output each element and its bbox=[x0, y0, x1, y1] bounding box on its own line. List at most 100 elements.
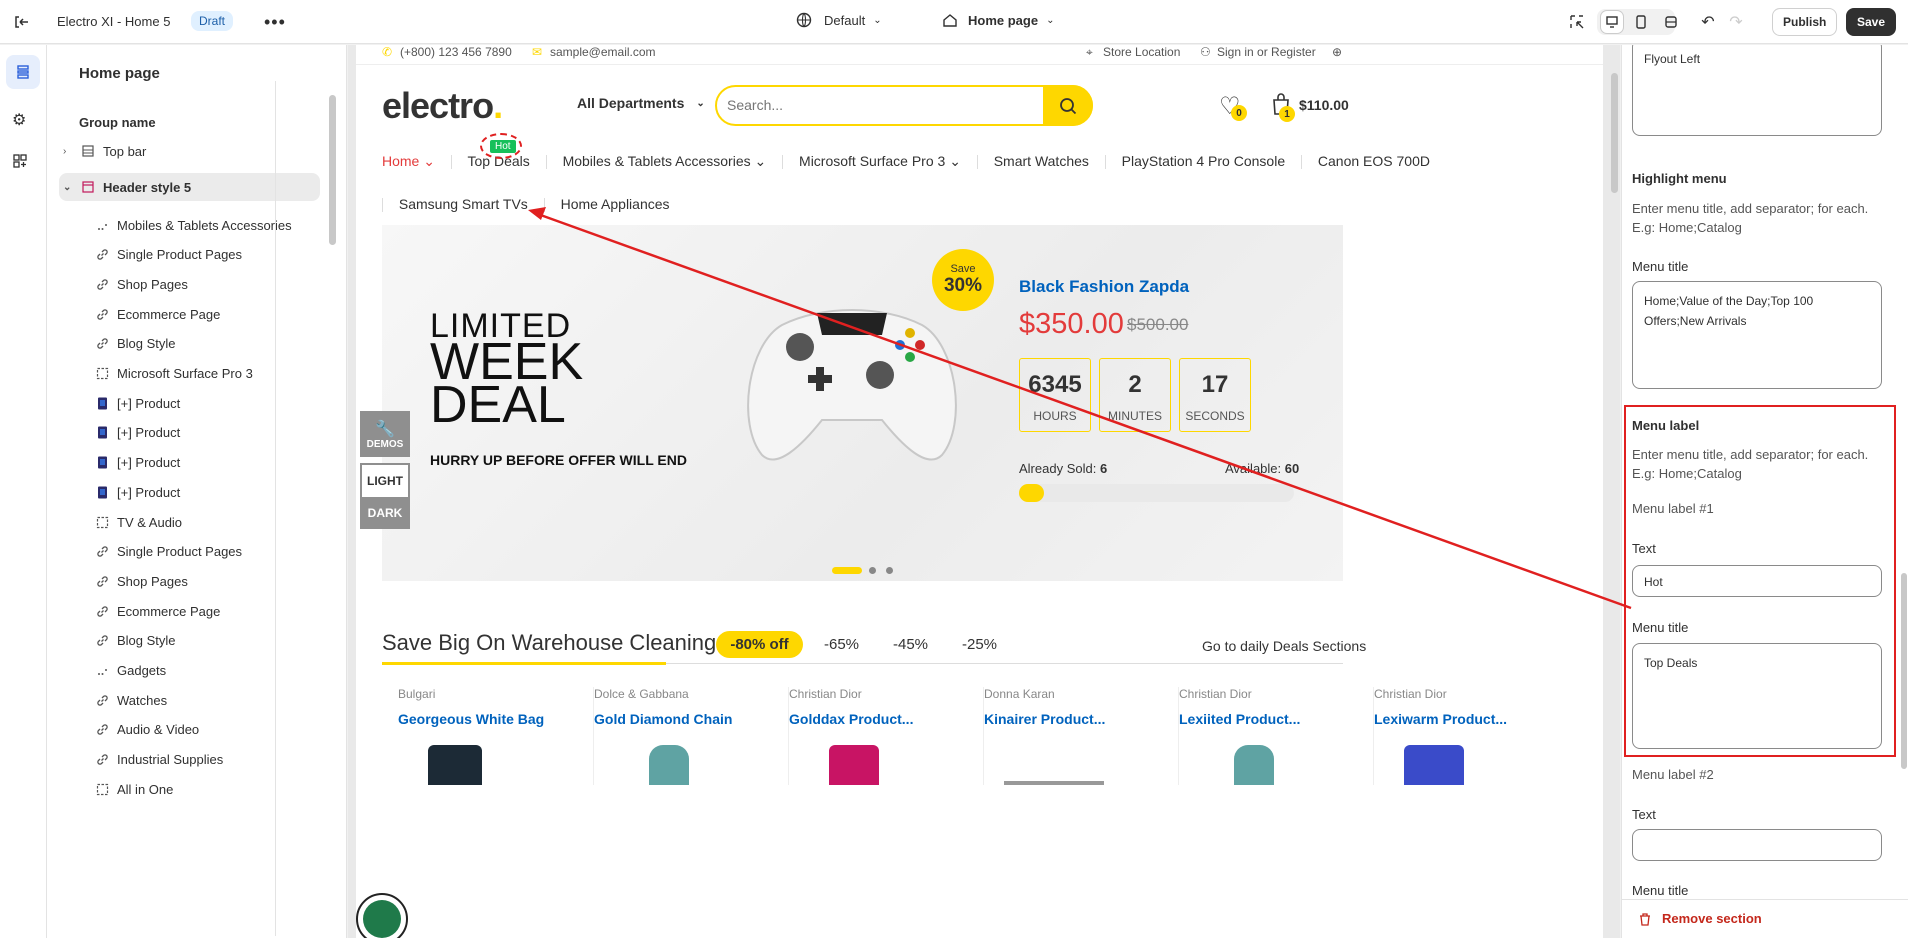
slider-dot[interactable] bbox=[869, 567, 876, 574]
nav-item-surface[interactable]: Microsoft Surface Pro 3 ⌄ bbox=[799, 153, 961, 169]
product-name[interactable]: Georgeous White Bag bbox=[398, 711, 593, 727]
nav-item-home-appliances[interactable]: Home Appliances bbox=[561, 196, 670, 212]
menu-title-label: Menu title bbox=[1632, 259, 1689, 274]
more-icon[interactable]: ••• bbox=[264, 12, 286, 33]
wishlist-button[interactable]: ♡ 0 bbox=[1219, 92, 1247, 121]
tree-item[interactable]: Blog Style bbox=[95, 631, 176, 651]
settings-gear-icon[interactable]: ⚙ bbox=[12, 110, 26, 130]
deals-tab[interactable]: -45% bbox=[893, 636, 928, 653]
flyout-textarea[interactable]: Flyout Left bbox=[1632, 45, 1882, 136]
nav-item-samsung-tvs[interactable]: Samsung Smart TVs bbox=[399, 196, 528, 212]
page-select[interactable]: Home page ⌄ bbox=[942, 12, 1054, 28]
banner-product-name[interactable]: Black Fashion Zapda bbox=[1019, 277, 1189, 297]
product-image bbox=[1404, 745, 1464, 785]
tree-item-label: Header style 5 bbox=[103, 179, 192, 195]
product-name[interactable]: Kinairer Product... bbox=[984, 711, 1178, 727]
slider-dot-active[interactable] bbox=[832, 567, 862, 574]
tree-item[interactable]: [+] Product bbox=[95, 482, 180, 502]
undo-icon[interactable]: ↶ bbox=[1697, 11, 1719, 33]
floating-badge[interactable] bbox=[356, 893, 408, 938]
highlight-menu-title-textarea[interactable]: Home;Value of the Day;Top 100 Offers;New… bbox=[1632, 281, 1882, 389]
nav-item-playstation[interactable]: PlayStation 4 Pro Console bbox=[1122, 153, 1285, 169]
light-mode-button[interactable]: LIGHT bbox=[362, 465, 408, 497]
product-name[interactable]: Lexiwarm Product... bbox=[1374, 711, 1533, 727]
tree-item[interactable]: [+] Product bbox=[95, 423, 180, 443]
canvas-scrollbar[interactable] bbox=[1610, 63, 1619, 938]
sections-icon[interactable] bbox=[6, 55, 40, 89]
tree-item-header-style[interactable]: ⌄ Header style 5 bbox=[59, 173, 320, 201]
tree-item[interactable]: Microsoft Surface Pro 3 bbox=[95, 364, 253, 384]
store-search-input[interactable] bbox=[727, 94, 1037, 116]
product-card[interactable]: Christian Dior Lexiited Product... bbox=[1178, 687, 1373, 785]
tree-item[interactable]: Shop Pages bbox=[95, 571, 188, 591]
nav-item-canon[interactable]: Canon EOS 700D bbox=[1318, 153, 1430, 169]
tree-item-top-bar[interactable]: › Top bar bbox=[63, 141, 146, 161]
dark-mode-button[interactable]: DARK bbox=[362, 499, 408, 527]
tree-item[interactable]: Industrial Supplies bbox=[95, 750, 223, 770]
phone-icon: ✆ bbox=[382, 45, 393, 59]
tree-item[interactable]: Audio & Video bbox=[95, 720, 199, 740]
product-card[interactable]: Bulgari Georgeous White Bag bbox=[398, 687, 593, 785]
product-name[interactable]: Lexiited Product... bbox=[1179, 711, 1373, 727]
canvas-scrollbar-thumb[interactable] bbox=[1611, 73, 1618, 193]
tree-item[interactable]: Shop Pages bbox=[95, 274, 188, 294]
tree-item[interactable]: All in One bbox=[95, 779, 173, 799]
exit-icon[interactable] bbox=[12, 13, 30, 31]
available-value: 60 bbox=[1284, 461, 1300, 476]
search-button[interactable] bbox=[1043, 85, 1093, 126]
sidebar-scrollbar-thumb[interactable] bbox=[329, 95, 336, 245]
sidebar-scrollbar[interactable] bbox=[326, 85, 338, 938]
mobile-view-icon[interactable] bbox=[1630, 11, 1652, 33]
sign-in-link[interactable]: Sign in or Register bbox=[1217, 45, 1316, 59]
deals-tab[interactable]: -65% bbox=[824, 636, 859, 653]
main-nav-row2: Samsung Smart TVs Home Appliances bbox=[382, 196, 670, 213]
nav-item-smart-watches[interactable]: Smart Watches bbox=[994, 153, 1089, 169]
daily-deals-link[interactable]: Go to daily Deals Sections bbox=[1202, 638, 1366, 654]
section-icon bbox=[81, 144, 95, 158]
panel-scrollbar[interactable] bbox=[1899, 45, 1908, 899]
tree-item[interactable]: Watches bbox=[95, 690, 167, 710]
tree-item-label: Single Product Pages bbox=[117, 544, 243, 560]
tree-item[interactable]: Ecommerce Page bbox=[95, 601, 220, 621]
apps-icon[interactable] bbox=[12, 153, 28, 169]
globe-icon[interactable]: ⊕ bbox=[1332, 45, 1342, 59]
fullscreen-view-icon[interactable] bbox=[1660, 11, 1682, 33]
desktop-view-icon[interactable] bbox=[1601, 11, 1623, 33]
product-name[interactable]: Gold Diamond Chain bbox=[594, 711, 788, 727]
redo-icon[interactable]: ↷ bbox=[1725, 11, 1747, 33]
tree-item[interactable]: Single Product Pages bbox=[95, 542, 242, 562]
annotation-circle bbox=[480, 133, 522, 159]
publish-button[interactable]: Publish bbox=[1772, 8, 1838, 36]
tree-item[interactable]: Single Product Pages bbox=[95, 245, 242, 265]
tree-item[interactable]: Gadgets bbox=[95, 661, 166, 681]
product-card[interactable]: Christian Dior Lexiwarm Product... bbox=[1373, 687, 1533, 785]
tree-item[interactable]: TV & Audio bbox=[95, 512, 182, 532]
remove-section-button[interactable]: Remove section bbox=[1638, 911, 1762, 926]
inspector-icon[interactable] bbox=[1568, 13, 1586, 31]
demos-button[interactable]: 🔧 DEMOS bbox=[360, 411, 410, 457]
deals-tab-active[interactable]: -80% off bbox=[716, 631, 803, 658]
store-search-bar[interactable] bbox=[715, 85, 1093, 126]
product-card[interactable]: Donna Karan Kinairer Product... bbox=[983, 687, 1178, 785]
tree-item[interactable]: [+] Product bbox=[95, 393, 180, 413]
slider-dot[interactable] bbox=[886, 567, 893, 574]
tree-item[interactable]: Ecommerce Page bbox=[95, 304, 220, 324]
product-card[interactable]: Dolce & Gabbana Gold Diamond Chain bbox=[593, 687, 788, 785]
tree-item[interactable]: Mobiles & Tablets Accessories bbox=[95, 215, 292, 235]
deals-tab[interactable]: -25% bbox=[962, 636, 997, 653]
panel-scrollbar-thumb[interactable] bbox=[1901, 573, 1907, 769]
tree-item[interactable]: Blog Style bbox=[95, 334, 176, 354]
nav-item-home[interactable]: Home ⌄ bbox=[382, 153, 435, 169]
tree-item-label: Top bar bbox=[103, 143, 147, 159]
tree-item[interactable]: [+] Product bbox=[95, 453, 180, 473]
theme-select[interactable]: Default ⌄ bbox=[796, 12, 882, 28]
menu-label-2-text-input[interactable] bbox=[1632, 829, 1882, 861]
product-card[interactable]: Christian Dior Golddax Product... bbox=[788, 687, 983, 785]
store-location-link[interactable]: Store Location bbox=[1103, 45, 1180, 59]
product-name[interactable]: Golddax Product... bbox=[789, 711, 983, 727]
nav-item-mobiles[interactable]: Mobiles & Tablets Accessories ⌄ bbox=[563, 153, 767, 169]
store-logo[interactable]: electro. bbox=[382, 85, 503, 127]
save-button[interactable]: Save bbox=[1846, 8, 1897, 36]
cart-button[interactable]: 1 $110.00 bbox=[1271, 92, 1349, 122]
all-departments-dropdown[interactable]: All Departments ⌄ bbox=[577, 95, 705, 111]
